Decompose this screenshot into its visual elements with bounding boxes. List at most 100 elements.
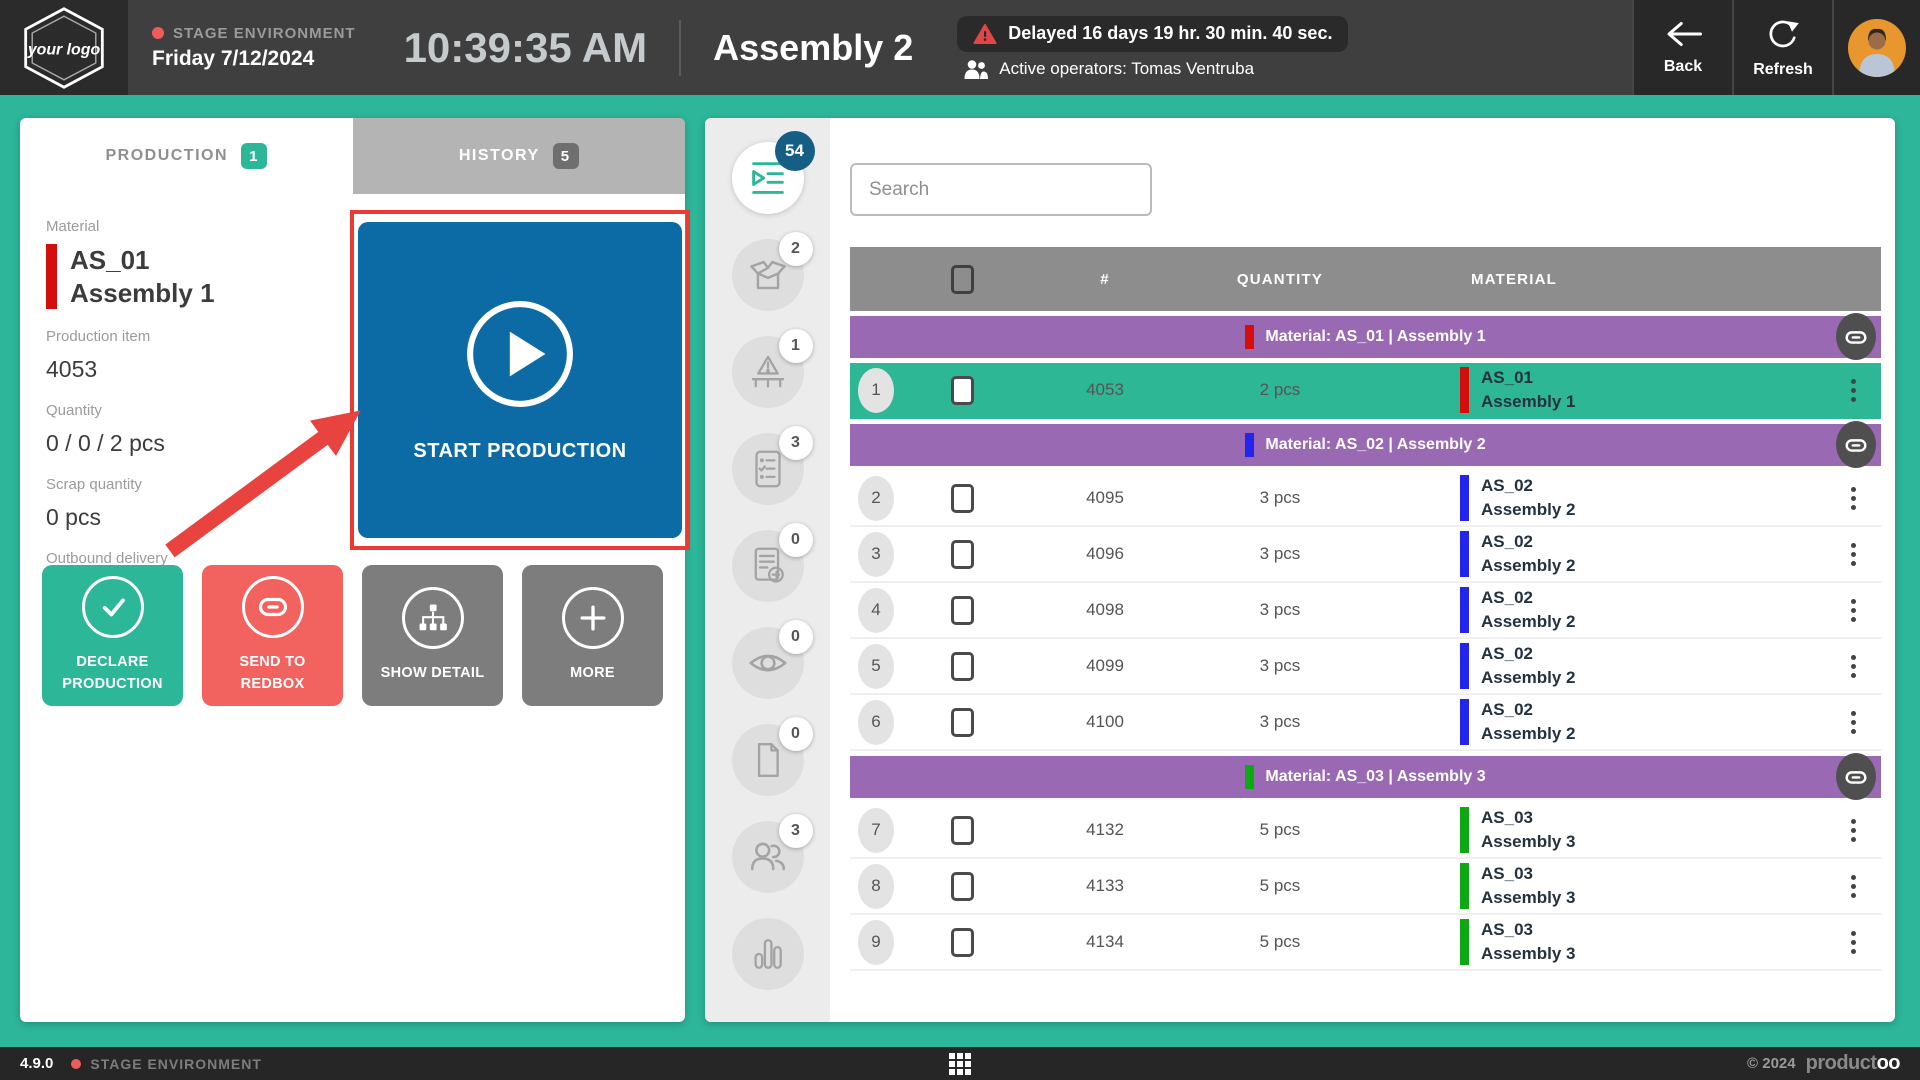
order-quantity: 3 pcs (1190, 712, 1370, 732)
material-color-bar (1460, 643, 1469, 689)
material-name: Assembly 2 (1481, 666, 1576, 690)
start-production-button[interactable]: START PRODUCTION (358, 222, 682, 538)
order-row[interactable]: 340963 pcsAS_02Assembly 2 (850, 527, 1881, 583)
group-link-button[interactable] (1836, 753, 1876, 800)
material-code: AS_02 (1481, 642, 1576, 666)
order-number: 4098 (1020, 600, 1190, 620)
statistics-icon (746, 932, 790, 976)
row-checkbox[interactable] (951, 708, 974, 737)
user-menu[interactable] (1832, 0, 1920, 95)
play-circle-icon (464, 298, 576, 410)
material-color-bar (1460, 863, 1469, 909)
material-group-label: Material: AS_02 | Assembly 2 (1265, 436, 1485, 454)
row-menu-button[interactable] (1825, 705, 1881, 740)
row-checkbox[interactable] (951, 872, 974, 901)
row-menu-button[interactable] (1825, 481, 1881, 516)
row-checkbox[interactable] (951, 540, 974, 569)
row-checkbox[interactable] (951, 816, 974, 845)
sidebar-item-circle[interactable] (732, 918, 804, 990)
order-row[interactable]: 741325 pcsAS_03Assembly 3 (850, 803, 1881, 859)
material-group-label: Material: AS_03 | Assembly 3 (1265, 768, 1485, 786)
app-version: 4.9.0 (20, 1055, 53, 1072)
sidebar-item-statistics[interactable] (732, 918, 804, 990)
row-number-badge: 3 (858, 532, 894, 577)
panel-tabs: PRODUCTION 1 HISTORY 5 (20, 118, 685, 194)
sidebar-rail: 54 2 1 3 0 0 0 3 (705, 118, 830, 1022)
material-name: Assembly 1 (1481, 390, 1576, 414)
order-row[interactable]: 240953 pcsAS_02Assembly 2 (850, 471, 1881, 527)
search-input[interactable] (850, 163, 1152, 216)
footer-environment: STAGE ENVIRONMENT (71, 1056, 262, 1072)
order-row[interactable]: 440983 pcsAS_02Assembly 2 (850, 583, 1881, 639)
orders-panel: 542130003 # QUANTITY MATERIAL Material: … (705, 118, 1895, 1022)
tab-history-label: HISTORY (459, 147, 540, 165)
refresh-button[interactable]: Refresh (1732, 0, 1832, 95)
delay-alert-text: Delayed 16 days 19 hr. 30 min. 40 sec. (1008, 23, 1332, 44)
order-row[interactable]: 941345 pcsAS_03Assembly 3 (850, 915, 1881, 971)
more-button[interactable]: MORE (522, 565, 663, 706)
sidebar-item-document-action[interactable]: 0 (732, 530, 804, 602)
order-quantity: 2 pcs (1190, 380, 1370, 400)
sidebar-item-badge: 3 (779, 426, 813, 460)
material-code: AS_02 (1481, 586, 1576, 610)
avatar[interactable] (1848, 19, 1906, 77)
material-color-chip (1245, 765, 1254, 789)
row-checkbox[interactable] (951, 484, 974, 513)
order-row[interactable]: 540993 pcsAS_02Assembly 2 (850, 639, 1881, 695)
column-number: # (1020, 271, 1190, 288)
order-row[interactable]: 140532 pcsAS_01Assembly 1 (850, 363, 1881, 419)
row-checkbox[interactable] (951, 376, 974, 405)
order-row[interactable]: 841335 pcsAS_03Assembly 3 (850, 859, 1881, 915)
row-menu-button[interactable] (1825, 925, 1881, 960)
row-menu-button[interactable] (1825, 373, 1881, 408)
start-production-label: START PRODUCTION (413, 440, 626, 463)
group-link-button[interactable] (1836, 313, 1876, 360)
apps-grid-icon[interactable] (949, 1053, 971, 1075)
tab-history[interactable]: HISTORY 5 (353, 118, 686, 194)
sidebar-item-pallet-warning[interactable]: 1 (732, 336, 804, 408)
order-quantity: 3 pcs (1190, 600, 1370, 620)
sidebar-item-operators[interactable]: 3 (732, 821, 804, 893)
row-checkbox[interactable] (951, 596, 974, 625)
row-number-badge: 4 (858, 588, 894, 633)
row-menu-button[interactable] (1825, 593, 1881, 628)
sidebar-item-eye[interactable]: 0 (732, 627, 804, 699)
material-name: Assembly 3 (1481, 886, 1576, 910)
sidebar-item-open-box[interactable]: 2 (732, 239, 804, 311)
material-group-row: Material: AS_03 | Assembly 3 (850, 756, 1881, 798)
footer-environment-label: STAGE ENVIRONMENT (90, 1056, 262, 1072)
material-value: AS_01 Assembly 1 (46, 244, 341, 309)
sidebar-item-document[interactable]: 0 (732, 724, 804, 796)
show-detail-button[interactable]: SHOW DETAIL (362, 565, 503, 706)
tab-production-label: PRODUCTION (105, 147, 228, 165)
select-all-checkbox[interactable] (951, 265, 974, 294)
material-group-label: Material: AS_01 | Assembly 1 (1265, 328, 1485, 346)
order-row[interactable]: 641003 pcsAS_02Assembly 2 (850, 695, 1881, 751)
tab-history-count: 5 (553, 143, 579, 169)
svg-text:your logo: your logo (27, 41, 101, 58)
row-checkbox[interactable] (951, 652, 974, 681)
row-menu-button[interactable] (1825, 537, 1881, 572)
sidebar-item-badge: 1 (779, 329, 813, 363)
material-color-chip (1245, 433, 1254, 457)
header-divider (679, 20, 681, 76)
material-color-bar (1460, 699, 1469, 745)
tab-production[interactable]: PRODUCTION 1 (20, 118, 353, 194)
material-color-bar (1460, 587, 1469, 633)
brand-logo: productoo (1806, 1052, 1900, 1075)
declare-production-button[interactable]: DECLARE PRODUCTION (42, 565, 183, 706)
warning-triangle-icon (973, 23, 997, 45)
back-button[interactable]: Back (1632, 0, 1732, 95)
order-number: 4099 (1020, 656, 1190, 676)
row-menu-button[interactable] (1825, 869, 1881, 904)
material-name: Assembly 3 (1481, 830, 1576, 854)
row-checkbox[interactable] (951, 928, 974, 957)
sidebar-item-checklist[interactable]: 3 (732, 433, 804, 505)
row-menu-button[interactable] (1825, 813, 1881, 848)
material-name: Assembly 2 (1481, 722, 1576, 746)
send-to-redbox-button[interactable]: SEND TO REDBOX (202, 565, 343, 706)
row-menu-button[interactable] (1825, 649, 1881, 684)
order-number: 4096 (1020, 544, 1190, 564)
sidebar-item-production-queue[interactable]: 54 (732, 142, 804, 214)
group-link-button[interactable] (1836, 421, 1876, 468)
